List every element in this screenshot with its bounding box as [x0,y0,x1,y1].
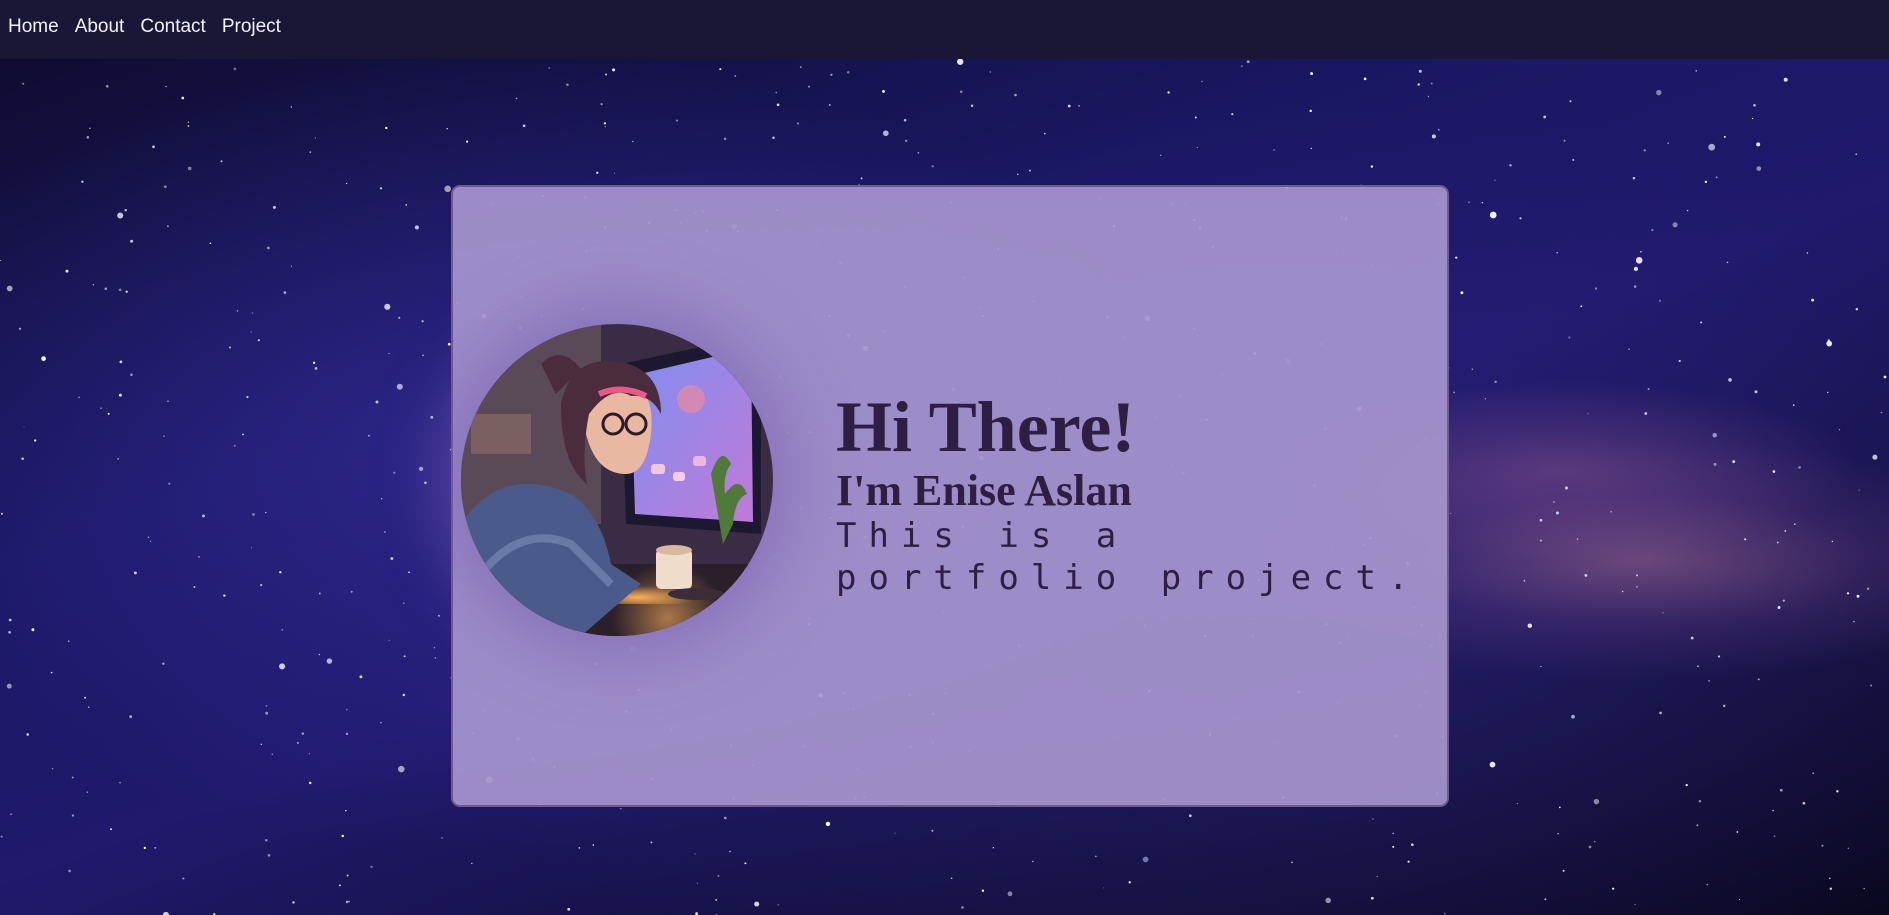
intro-text: Hi There! I'm Enise Aslan This is a port… [836,387,1436,599]
greeting-heading: Hi There! [836,387,1136,467]
nav-link-contact[interactable]: Contact [140,16,205,38]
nav-link-home[interactable]: Home [8,16,59,38]
top-navbar: Home About Contact Project [0,0,1889,59]
description-text: This is a portfolio project. [836,516,1421,598]
intro-card: Hi There! I'm Enise Aslan This is a port… [451,185,1449,807]
nav-link-project[interactable]: Project [222,16,281,38]
nav-link-about[interactable]: About [75,16,125,38]
name-heading: I'm Enise Aslan [836,466,1132,515]
profile-avatar [461,324,773,636]
